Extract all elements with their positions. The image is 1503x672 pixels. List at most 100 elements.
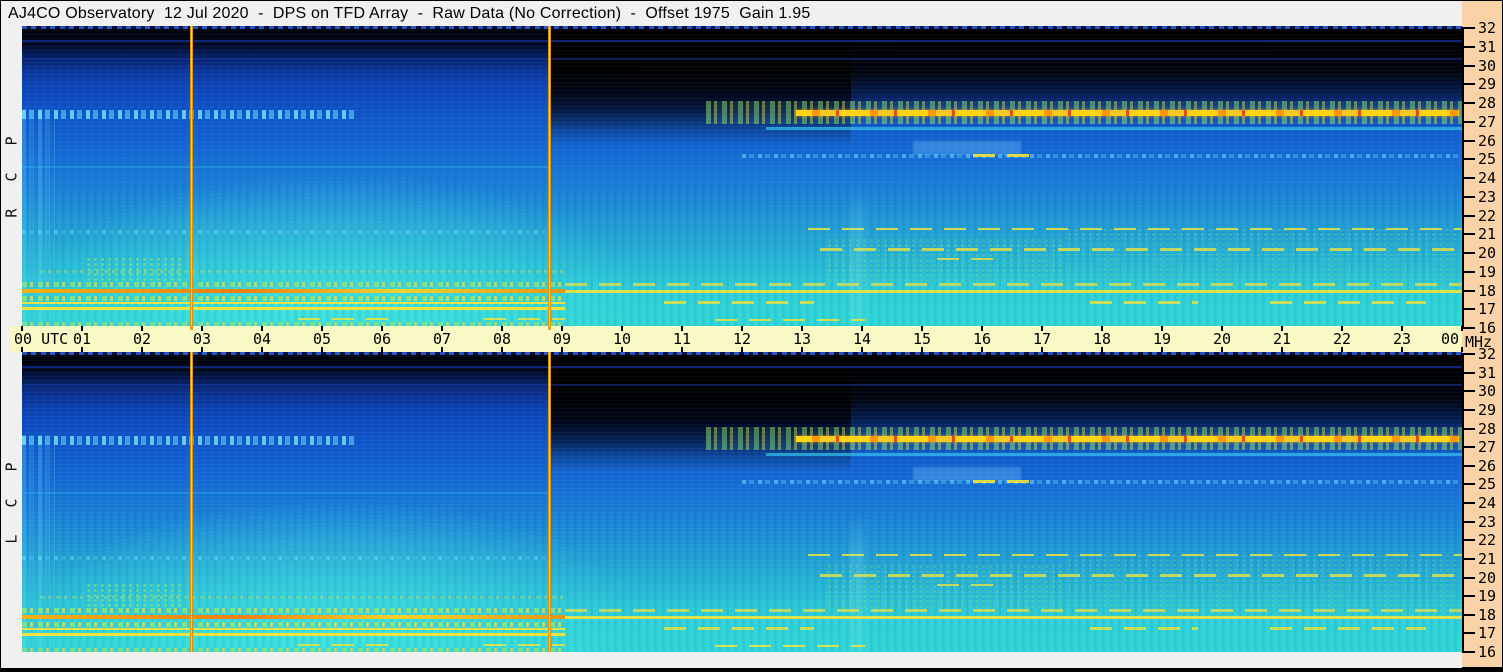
feature-dash-yellow: [565, 282, 1462, 286]
footer-strip: [1, 652, 1462, 668]
freq-axis-label: 17: [1478, 300, 1497, 319]
freq-tick: [1464, 139, 1475, 142]
feature-glow-v: [850, 185, 865, 326]
feature-line-yellow: [22, 627, 565, 631]
feature-line-blue-faint: [22, 40, 1462, 43]
freq-tick: [1464, 595, 1475, 598]
frequency-scale: MHz 32 31 30 29 28 27 26 25 24 23 22 21 20 19 18 17 16 32…: [1462, 1, 1502, 667]
feature-vline: [190, 352, 194, 652]
polarization-label-rcp-box: R C P: [1, 26, 22, 326]
time-axis-label: 16: [972, 330, 992, 348]
feature-line-yellow: [22, 307, 565, 311]
freq-tick: [1464, 502, 1475, 504]
spectrogram-panel-lcp: [22, 352, 1462, 652]
freq-axis-label: 24: [1478, 494, 1497, 512]
calibration-line-mark: [547, 326, 551, 330]
time-axis-end-label: 00: [1440, 330, 1459, 348]
time-axis-label: 05: [312, 330, 332, 348]
feature-vline: [190, 26, 194, 326]
time-axis-label: 08: [492, 330, 512, 348]
freq-tick: [1464, 427, 1475, 430]
freq-tick: [1464, 390, 1475, 393]
feature-line-blue-faint: [22, 57, 1462, 60]
feature-line-yellow: [565, 616, 1462, 620]
time-axis-label: 17: [1032, 330, 1052, 348]
freq-axis-label: 24: [1478, 169, 1497, 187]
freq-axis-label: 31: [1478, 37, 1497, 56]
freq-axis-label: 32: [1478, 345, 1497, 363]
freq-axis-label: 23: [1478, 512, 1497, 531]
feature-line-blue-faint: [22, 366, 1462, 369]
feature-vline: [547, 352, 551, 652]
time-tick: [21, 347, 23, 352]
freq-tick: [1464, 195, 1475, 198]
freq-tick: [1464, 632, 1475, 635]
freq-axis-label: 30: [1478, 56, 1497, 75]
feature-speckle-cyan: [22, 230, 547, 235]
feature-dots-green: [1066, 226, 1462, 291]
freq-tick: [1464, 45, 1475, 48]
freq-tick: [1464, 289, 1475, 292]
feature-speckle-green: [22, 607, 565, 613]
feature-dash-yellow: [664, 300, 814, 304]
freq-axis-label: 27: [1478, 438, 1497, 457]
feature-line-yellow-orange: [22, 289, 565, 294]
feature-layer: [22, 26, 1462, 326]
time-axis-label: 15: [912, 330, 932, 348]
freq-tick: [1464, 83, 1475, 86]
feature-line-cyan: [766, 127, 1462, 131]
freq-tick: [1464, 252, 1475, 254]
freq-axis-label: 29: [1478, 400, 1497, 419]
time-axis: 00 UTC 00 01 02 03 04 05 06 07 08 09 10 11 12 13 14 15…: [10, 326, 1463, 352]
freq-tick: [1464, 464, 1475, 467]
feature-dash-yellow: [973, 154, 1039, 158]
freq-axis-label: 22: [1478, 531, 1497, 550]
feature-speckle-green: [22, 622, 565, 627]
freq-tick: [1464, 327, 1475, 329]
calibration-line-mark: [190, 326, 194, 330]
time-axis-label: 06: [372, 330, 392, 348]
freq-axis-label: 26: [1478, 456, 1497, 475]
feature-dash-yellow: [715, 644, 865, 648]
feature-dash-yellow: [664, 626, 814, 630]
time-axis-label: 14: [852, 330, 872, 348]
freq-axis-label: 27: [1478, 112, 1497, 131]
freq-axis-label: 20: [1478, 244, 1497, 262]
feature-speckle-green: [22, 296, 565, 301]
feature-line-yellow: [565, 290, 1462, 294]
feature-speckle-cyan: [22, 556, 547, 561]
time-axis-label: 10: [612, 330, 632, 348]
time-axis-label: 03: [192, 330, 212, 348]
feature-line-yellow: [22, 633, 565, 637]
feature-line-yellow-orange: [22, 615, 565, 620]
time-axis-label: 12: [732, 330, 752, 348]
freq-axis-label: 28: [1478, 419, 1497, 438]
freq-tick: [1464, 27, 1475, 29]
polarization-label-rcp: R C P: [2, 134, 21, 218]
feature-dash-yellow: [484, 643, 565, 647]
freq-tick: [1464, 308, 1475, 311]
feature-layer: [22, 352, 1462, 652]
spectrogram-panel-rcp: [22, 26, 1462, 326]
time-axis-label: 22: [1332, 330, 1352, 348]
feature-dash-yellow: [1270, 300, 1426, 304]
polarization-label-lcp-box: L C P: [1, 352, 22, 652]
time-axis-start-label: 00 UTC: [14, 330, 69, 348]
feature-speckle-green: [22, 281, 565, 287]
freq-axis-label: 29: [1478, 75, 1497, 94]
feature-patch-blue: [913, 467, 1021, 482]
feature-dash-yellow: [1270, 626, 1426, 630]
time-tick: [1461, 326, 1463, 331]
feature-line-cyan: [22, 491, 550, 494]
feature-line-cyan: [766, 453, 1462, 457]
feature-dash-yellow: [298, 643, 400, 647]
freq-axis-label: 32: [1478, 19, 1497, 37]
time-axis-label: 02: [132, 330, 152, 348]
freq-tick: [1464, 408, 1475, 411]
page-title: AJ4CO Observatory 12 Jul 2020 - DPS on T…: [8, 5, 811, 22]
freq-axis-label: 22: [1478, 206, 1497, 225]
feature-line-cyan: [22, 165, 550, 168]
feature-dash-yellow: [565, 608, 1462, 612]
freq-tick: [1464, 446, 1475, 449]
freq-tick: [1464, 651, 1475, 653]
